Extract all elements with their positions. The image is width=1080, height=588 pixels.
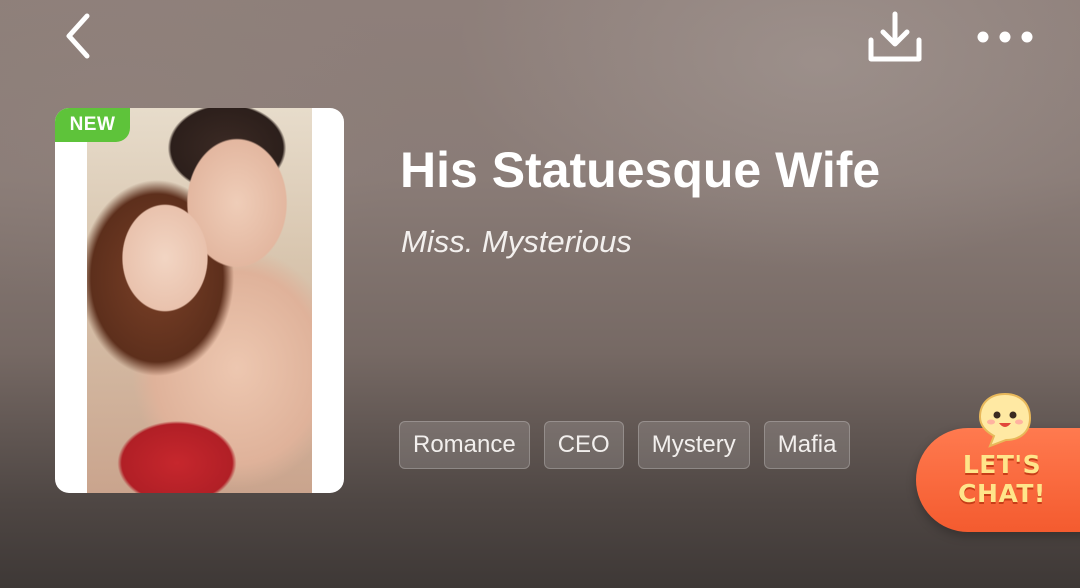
chevron-left-icon — [66, 13, 90, 59]
genre-tags: Romance CEO Mystery Mafia — [399, 421, 851, 469]
new-badge: NEW — [55, 108, 130, 142]
book-title: His Statuesque Wife — [400, 142, 881, 198]
book-cover[interactable] — [55, 108, 344, 493]
download-button[interactable] — [862, 6, 928, 68]
book-cover-image — [87, 108, 312, 493]
tag-ceo[interactable]: CEO — [543, 421, 624, 469]
tag-romance[interactable]: Romance — [399, 421, 530, 469]
more-horizontal-icon — [977, 31, 1033, 43]
back-button[interactable] — [50, 8, 106, 64]
smiley-face-icon — [978, 392, 1032, 448]
tag-mafia[interactable]: Mafia — [763, 421, 851, 469]
book-author[interactable]: Miss. Mysterious — [401, 222, 632, 262]
tag-mystery[interactable]: Mystery — [637, 421, 750, 469]
lets-chat-button[interactable]: LET'S CHAT! — [912, 388, 1080, 538]
chat-label-line1: LET'S — [962, 450, 1042, 479]
more-options-button[interactable] — [970, 12, 1040, 62]
download-icon — [868, 11, 922, 62]
chat-label-line2: CHAT! — [958, 479, 1046, 508]
chat-label: LET'S CHAT! — [942, 450, 1062, 508]
